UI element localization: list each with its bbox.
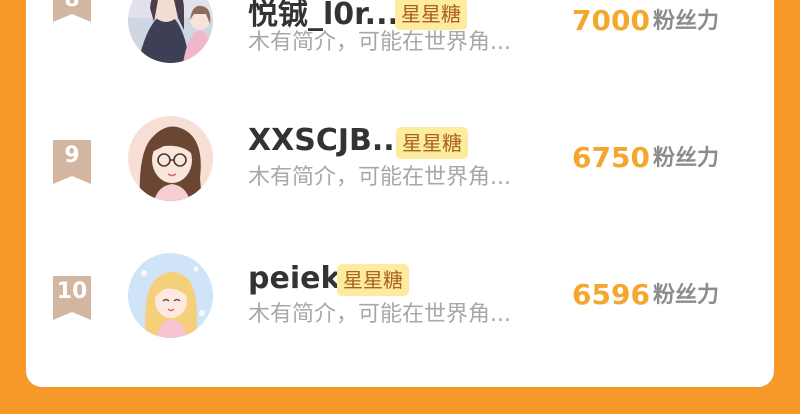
fans-label: 粉丝力 [653, 283, 720, 308]
avatar[interactable] [128, 116, 213, 201]
rank-badge: 9 [53, 140, 91, 184]
avatar[interactable] [128, 0, 213, 63]
fans-count: 6750 [572, 141, 650, 174]
fans-label: 粉丝力 [653, 146, 720, 171]
tag-badge: 星星糖 [396, 127, 468, 159]
fans-count: 6596 [572, 278, 650, 311]
fans-label: 粉丝力 [653, 9, 720, 34]
user-description: 木有简介，可能在世界角... [248, 30, 511, 55]
fans-count: 7000 [572, 4, 650, 37]
user-name[interactable]: XXSCJB... [248, 124, 406, 158]
rank-number: 10 [56, 279, 88, 304]
list-item[interactable]: 9 XXSCJB... 星星糖 木有简介，可能在世界角... 6750 粉丝力 [0, 114, 800, 204]
list-item[interactable]: 8 悦铖_l0r... 星星糖 木有简介，可能在世界角... 7000 粉丝力 [0, 0, 800, 68]
user-name[interactable]: peiek [248, 262, 340, 296]
tag-badge: 星星糖 [395, 0, 467, 30]
rank-number: 8 [53, 0, 91, 12]
avatar[interactable] [128, 253, 213, 338]
rank-badge: 10 [53, 276, 91, 320]
rank-number: 9 [64, 143, 80, 168]
user-description: 木有简介，可能在世界角... [248, 165, 511, 190]
user-description: 木有简介，可能在世界角... [248, 302, 511, 327]
user-name[interactable]: 悦铖_l0r... [248, 0, 399, 32]
tag-badge: 星星糖 [337, 264, 409, 296]
list-item[interactable]: 10 peiek 星星糖 木有简介，可能在世界角... 6596 粉丝力 [0, 250, 800, 340]
rank-badge: 8 [53, 0, 91, 22]
